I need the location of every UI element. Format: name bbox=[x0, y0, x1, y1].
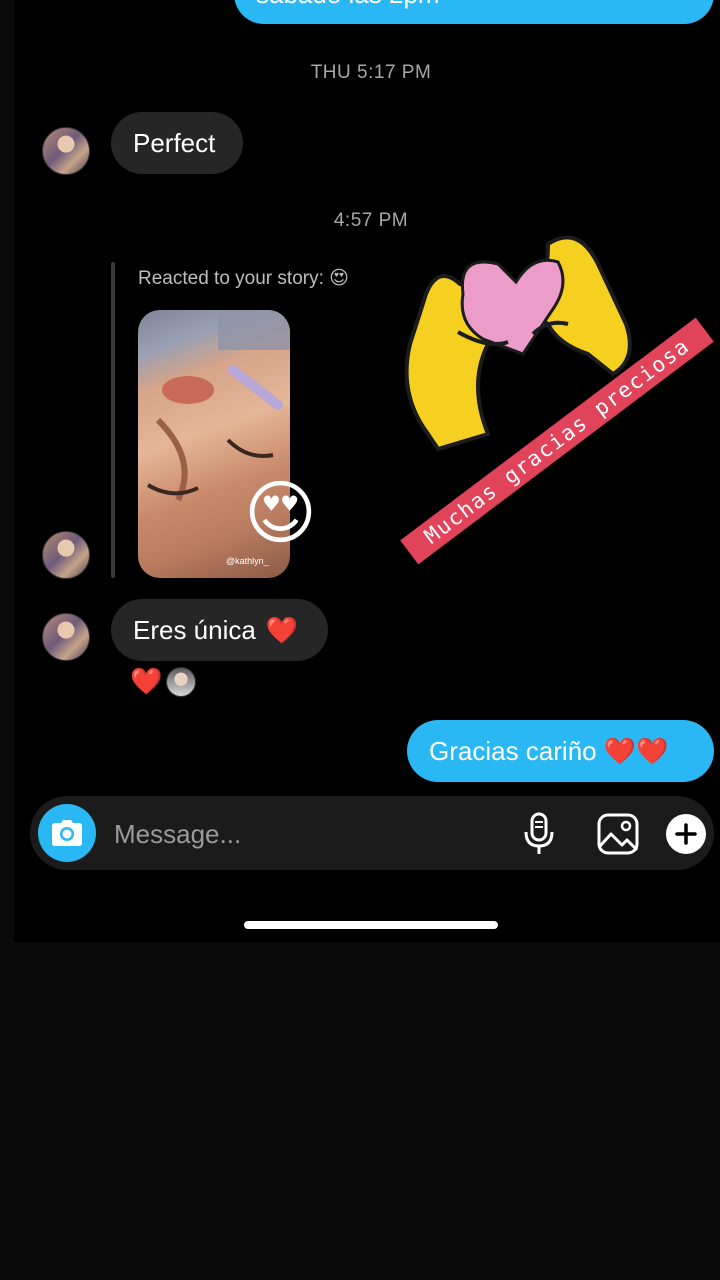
microphone-icon bbox=[524, 812, 554, 854]
plus-button[interactable] bbox=[666, 814, 706, 854]
gallery-button[interactable] bbox=[596, 812, 640, 856]
message-text: Gracias cariño ❤️❤️ bbox=[429, 735, 669, 766]
story-credit: @kathlyn_ bbox=[226, 556, 269, 566]
avatar[interactable] bbox=[42, 531, 90, 579]
avatar[interactable] bbox=[42, 127, 90, 175]
home-indicator[interactable] bbox=[244, 921, 498, 929]
message-text: sábado las 2pm bbox=[256, 0, 440, 10]
timestamp: THU 5:17 PM bbox=[310, 62, 432, 83]
avatar[interactable] bbox=[42, 613, 90, 661]
message-input[interactable] bbox=[112, 814, 496, 854]
chat-screen: sábado las 2pm THU 5:17 PM Perfect 4:57 … bbox=[14, 0, 720, 942]
outgoing-message[interactable]: sábado las 2pm bbox=[234, 0, 714, 24]
heart-eyes-emoji: 😍 bbox=[329, 268, 349, 289]
story-reaction-label: Reacted to your story: 😍 bbox=[138, 268, 349, 289]
message-reactions[interactable]: ❤️ bbox=[130, 666, 197, 697]
message-text: Perfect bbox=[133, 127, 216, 158]
reactor-avatar bbox=[166, 666, 197, 697]
message-composer bbox=[30, 796, 714, 870]
heart-reaction: ❤️ bbox=[130, 666, 163, 696]
heart-eyes-emoji: 😍 bbox=[244, 474, 317, 552]
plus-icon bbox=[675, 823, 697, 845]
message-text: Eres única bbox=[133, 614, 256, 645]
camera-button[interactable] bbox=[38, 804, 96, 862]
incoming-message[interactable]: Perfect bbox=[111, 112, 243, 174]
outgoing-message[interactable]: Gracias cariño ❤️❤️ bbox=[407, 720, 714, 782]
incoming-message[interactable]: Eres única ❤️ bbox=[111, 599, 328, 661]
gallery-icon bbox=[597, 813, 639, 855]
heart-emoji: ❤️ bbox=[265, 614, 299, 645]
microphone-button[interactable] bbox=[522, 812, 556, 856]
camera-icon bbox=[52, 820, 82, 846]
story-reaction-divider bbox=[111, 262, 115, 578]
